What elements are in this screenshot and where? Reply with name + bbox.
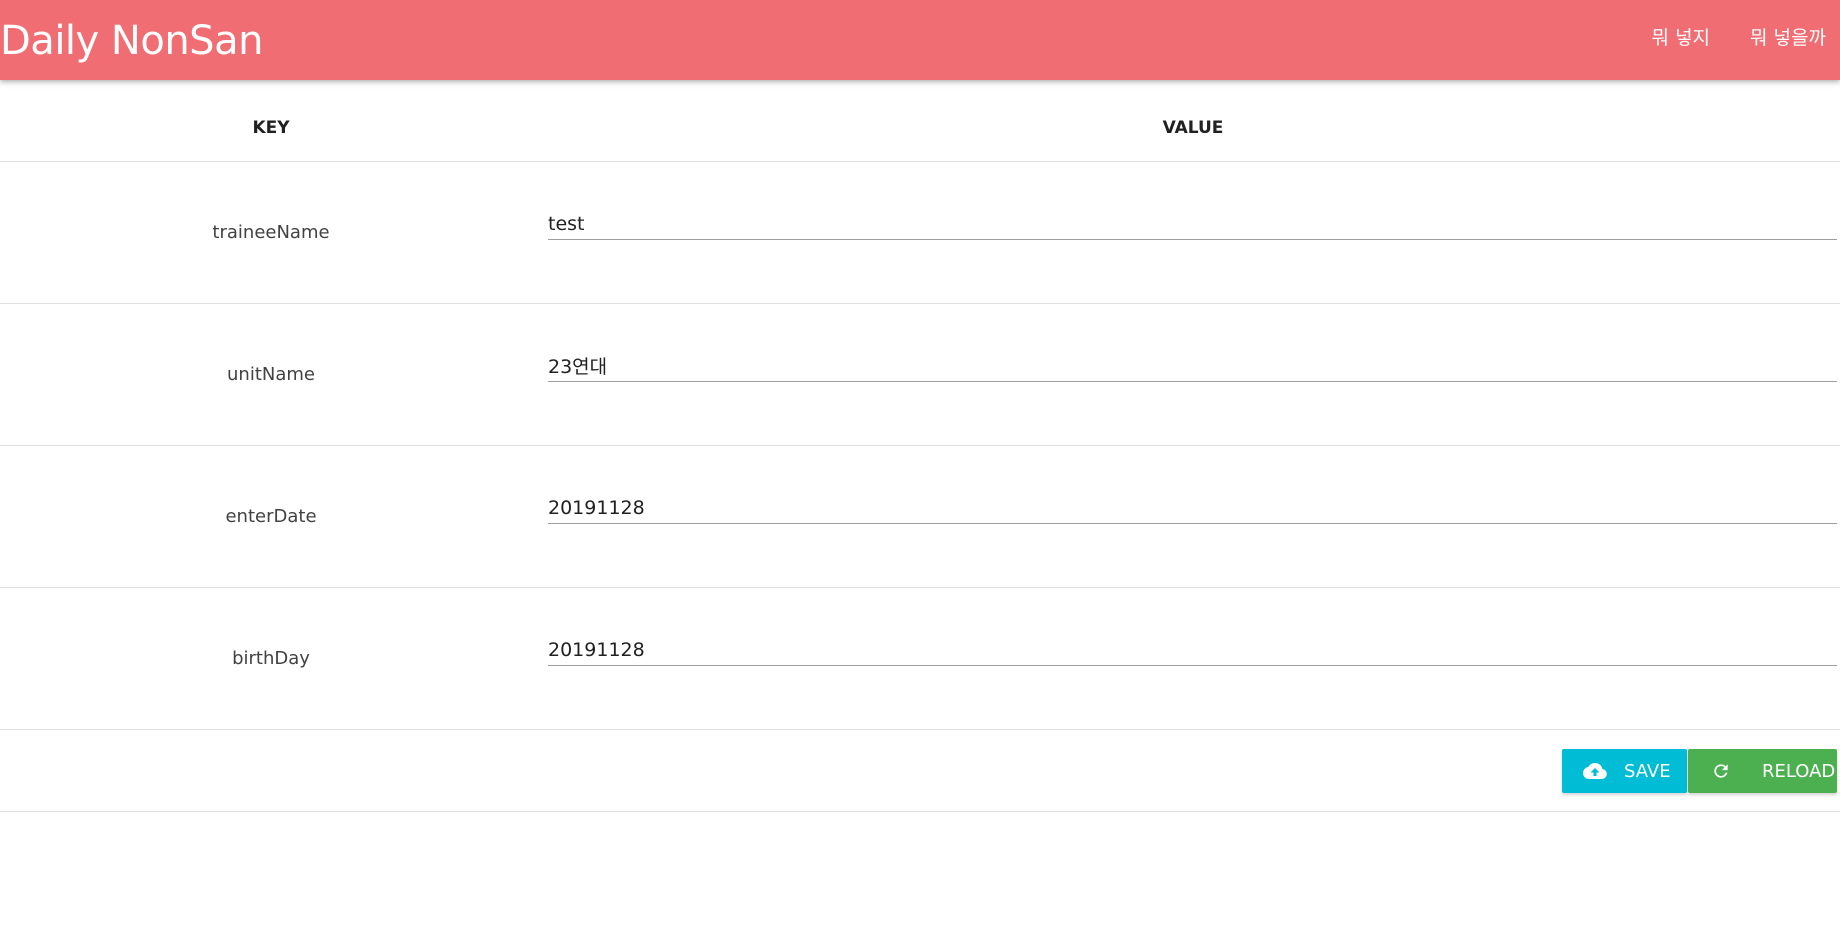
column-header-key: KEY [252,118,290,138]
enter-date-field [548,492,1837,524]
table-row: traineeName [0,162,1840,304]
birth-day-field [548,634,1837,666]
unit-name-input[interactable] [548,350,1837,381]
column-header-value: VALUE [1162,118,1224,138]
actions-row: SAVE RELOAD [0,730,1840,812]
row-key-birth-day: birthDay [232,648,310,669]
nav-link-2[interactable]: 뭐 넣을까 [1750,24,1826,52]
nav-link-1[interactable]: 뭐 넣지 [1652,24,1710,52]
cloud-upload-icon [1582,758,1608,784]
row-key-trainee-name: traineeName [212,222,330,243]
top-navbar: Daily NonSan 뭐 넣지 뭐 넣을까 [0,0,1840,80]
table-row: birthDay [0,588,1840,730]
enter-date-input[interactable] [548,492,1837,523]
reload-button-label: RELOAD [1762,760,1836,782]
birth-day-input[interactable] [548,634,1837,665]
save-button-label: SAVE [1624,760,1671,782]
table-header: KEY VALUE [0,80,1840,162]
save-button[interactable]: SAVE [1562,749,1687,793]
table-row: enterDate [0,446,1840,588]
reload-button[interactable]: RELOAD [1688,749,1837,793]
row-key-enter-date: enterDate [225,506,317,527]
table-row: unitName [0,304,1840,446]
trainee-name-input[interactable] [548,208,1837,239]
app-title[interactable]: Daily NonSan [0,18,263,64]
nav-links: 뭐 넣지 뭐 넣을까 [1612,24,1826,52]
trainee-name-field [548,208,1837,240]
row-key-unit-name: unitName [227,364,315,385]
refresh-icon [1708,758,1734,784]
key-value-table: KEY VALUE traineeName unitName enterDate… [0,80,1840,812]
unit-name-field [548,350,1837,382]
